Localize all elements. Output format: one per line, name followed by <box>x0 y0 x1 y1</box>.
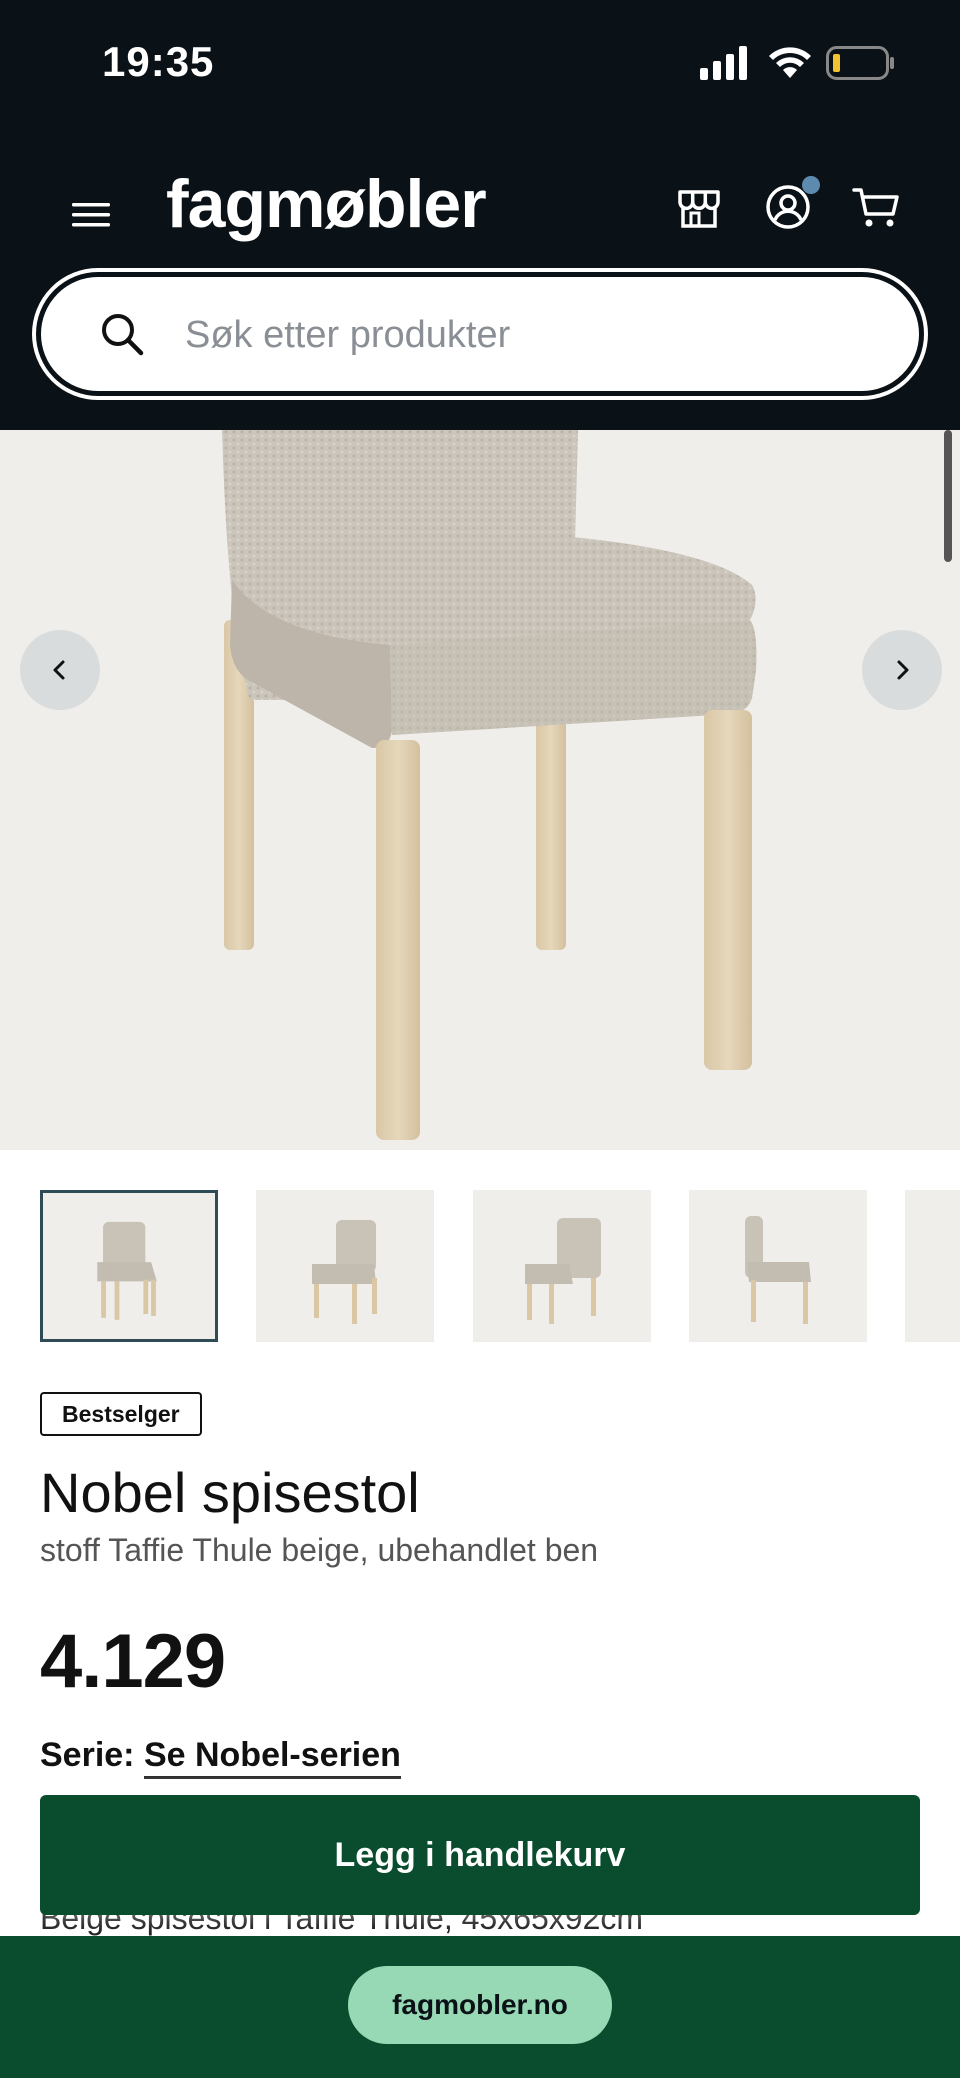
page-scrollbar[interactable] <box>944 430 952 562</box>
menu-icon[interactable] <box>70 193 114 237</box>
series-label: Serie: <box>40 1736 135 1774</box>
thumbnail-1[interactable] <box>40 1190 218 1342</box>
thumbnail-2[interactable] <box>256 1190 434 1342</box>
thumbnail-4[interactable] <box>689 1190 867 1342</box>
browser-url-pill[interactable]: fagmobler.no <box>348 1966 612 2044</box>
status-time: 19:35 <box>102 38 215 85</box>
site-logo[interactable]: fagmøbler <box>166 165 487 243</box>
browser-bottom-bar: fagmobler.no <box>0 1936 960 2078</box>
search-input[interactable] <box>183 301 887 369</box>
notification-dot <box>802 176 820 194</box>
add-to-cart-button[interactable]: Legg i handlekurv <box>40 1795 920 1915</box>
wifi-icon <box>769 47 811 78</box>
cart-icon[interactable] <box>852 182 902 232</box>
cellular-signal-icon <box>700 46 747 80</box>
search-bar[interactable] <box>32 268 928 400</box>
product-title: Nobel spisestol <box>40 1461 420 1524</box>
chevron-right-icon <box>897 660 909 680</box>
series-row: Serie: Se Nobel-serien <box>40 1736 401 1779</box>
thumbnail-3[interactable] <box>473 1190 651 1342</box>
store-icon[interactable] <box>674 182 724 232</box>
search-icon[interactable] <box>99 311 145 357</box>
battery-icon <box>826 46 894 80</box>
bestseller-badge: Bestselger <box>40 1392 202 1436</box>
product-price: 4.129 <box>40 1619 226 1704</box>
thumbnail-5[interactable] <box>905 1190 960 1342</box>
chevron-left-icon <box>53 660 65 680</box>
series-link[interactable]: Se Nobel-serien <box>143 1736 401 1779</box>
site-header: fagmøbler <box>0 130 960 430</box>
product-subtitle: stoff Taffie Thule beige, ubehandlet ben <box>40 1532 599 1568</box>
previous-image-button[interactable] <box>20 630 100 710</box>
status-bar: 19:35 <box>0 0 960 130</box>
product-image-carousel[interactable] <box>0 430 960 1150</box>
thumbnail-strip <box>40 1190 960 1342</box>
next-image-button[interactable] <box>862 630 942 710</box>
product-image <box>222 430 757 1140</box>
